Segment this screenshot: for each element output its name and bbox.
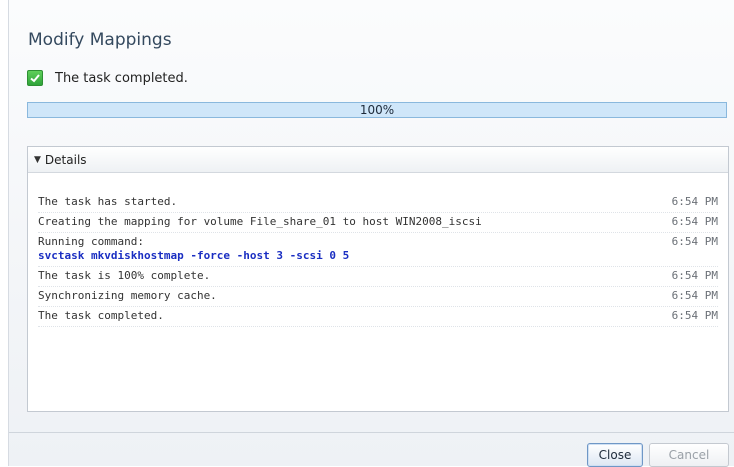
log-row: Creating the mapping for volume File_sha… bbox=[38, 213, 718, 233]
close-button[interactable]: Close bbox=[587, 443, 643, 467]
details-panel: ▼ Details The task has started. 6:54 PM … bbox=[27, 146, 729, 412]
log-row: The task is 100% complete. 6:54 PM bbox=[38, 267, 718, 287]
status-row: The task completed. bbox=[27, 69, 188, 87]
cancel-button[interactable]: Cancel bbox=[649, 443, 729, 467]
status-text: The task completed. bbox=[55, 70, 188, 86]
log-row: The task has started. 6:54 PM bbox=[38, 193, 718, 213]
progress-label: 100% bbox=[359, 103, 395, 117]
log-message: The task has started. bbox=[38, 195, 178, 208]
log-message: Creating the mapping for volume File_sha… bbox=[38, 215, 482, 228]
modify-mappings-dialog: Modify Mappings The task completed. 100%… bbox=[8, 0, 734, 467]
log-message: Running command: bbox=[38, 235, 144, 248]
log-row: Synchronizing memory cache. 6:54 PM bbox=[38, 287, 718, 307]
details-toggle[interactable]: ▼ Details bbox=[28, 147, 728, 173]
log-time: 6:54 PM bbox=[671, 195, 718, 208]
dialog-title: Modify Mappings bbox=[28, 30, 172, 50]
log-row: Running command: svctask mkvdiskhostmap … bbox=[38, 233, 718, 267]
log-message: The task is 100% complete. bbox=[38, 269, 211, 282]
log-time: 6:54 PM bbox=[671, 235, 718, 248]
log-time: 6:54 PM bbox=[671, 289, 718, 302]
log-message: Synchronizing memory cache. bbox=[38, 289, 217, 302]
dialog-footer: Close Cancel bbox=[9, 432, 734, 467]
progress-bar: 100% bbox=[27, 102, 727, 118]
log-command: svctask mkvdiskhostmap -force -host 3 -s… bbox=[38, 249, 350, 262]
log-time: 6:54 PM bbox=[671, 215, 718, 228]
caret-down-icon: ▼ bbox=[34, 154, 41, 165]
log-time: 6:54 PM bbox=[671, 269, 718, 282]
log-message: The task completed. bbox=[38, 309, 164, 322]
check-icon bbox=[27, 70, 43, 86]
log-time: 6:54 PM bbox=[671, 309, 718, 322]
details-label: Details bbox=[44, 152, 87, 167]
log-list: The task has started. 6:54 PM Creating t… bbox=[38, 193, 718, 327]
log-row: The task completed. 6:54 PM bbox=[38, 307, 718, 327]
